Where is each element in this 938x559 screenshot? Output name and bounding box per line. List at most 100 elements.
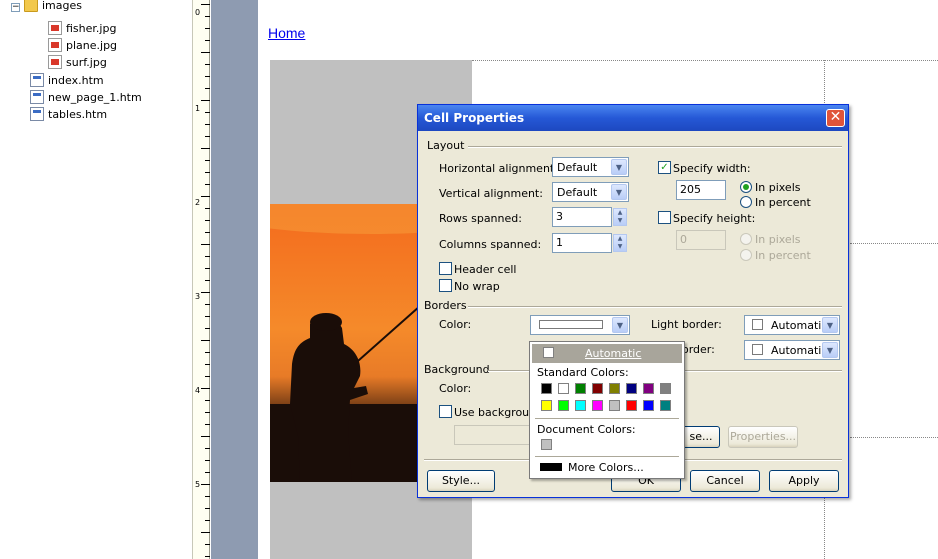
dark-border-select[interactable]: Automatic ▼	[744, 340, 840, 360]
chevron-down-icon[interactable]: ▼	[611, 159, 627, 175]
rows-spanned-label: Rows spanned:	[439, 212, 522, 225]
chevron-down-icon[interactable]: ▼	[822, 317, 838, 333]
use-background-checkbox[interactable]	[439, 405, 452, 418]
height-in-percent-label: In percent	[755, 249, 811, 262]
tree-item-surf[interactable]: surf.jpg	[48, 54, 107, 70]
automatic-label: Automatic	[585, 347, 642, 360]
home-page-icon	[30, 73, 44, 87]
more-colors-option[interactable]: More Colors...	[568, 461, 644, 474]
separator	[468, 306, 842, 308]
tree-item-fisher[interactable]: fisher.jpg	[48, 20, 116, 36]
color-swatch[interactable]	[541, 383, 552, 394]
height-in-percent-radio[interactable]	[740, 249, 752, 261]
color-swatch[interactable]	[541, 439, 552, 450]
specify-width-label: Specify width:	[673, 162, 751, 175]
ruler-tick	[201, 532, 210, 533]
color-swatch[interactable]	[609, 400, 620, 411]
color-swatch[interactable]	[660, 383, 671, 394]
style-button[interactable]: Style...	[427, 470, 495, 492]
cancel-button[interactable]: Cancel	[690, 470, 760, 492]
ruler-tick	[205, 88, 210, 89]
ruler-tick	[205, 460, 210, 461]
dialog-title[interactable]: Cell Properties	[418, 105, 848, 131]
tree-item-images[interactable]: images	[24, 0, 82, 13]
ruler-tick	[205, 112, 210, 113]
color-swatch[interactable]	[541, 400, 552, 411]
folder-list-pane: − images fisher.jpg plane.jpg surf.jpg i…	[0, 0, 190, 559]
ruler-number: 2	[195, 198, 201, 207]
apply-button[interactable]: Apply	[769, 470, 839, 492]
chevron-down-icon[interactable]: ▼	[822, 342, 838, 358]
ruler-tick	[205, 448, 210, 449]
ruler-margin-shade	[211, 0, 258, 559]
specify-height-label: Specify height:	[673, 212, 756, 225]
rows-spanned-input[interactable]: 3	[552, 207, 612, 227]
select-value: Automatic	[771, 319, 828, 332]
ruler-tick	[201, 196, 210, 197]
color-swatch[interactable]	[558, 383, 569, 394]
color-swatch[interactable]	[558, 400, 569, 411]
color-swatch[interactable]	[643, 400, 654, 411]
color-swatch[interactable]	[609, 383, 620, 394]
no-wrap-label: No wrap	[454, 280, 500, 293]
properties-button[interactable]: Properties...	[728, 426, 798, 448]
height-input[interactable]: 0	[676, 230, 726, 250]
vertical-alignment-select[interactable]: Default ▼	[552, 182, 629, 202]
ruler-tick	[205, 16, 210, 17]
collapse-toggle-icon[interactable]: −	[11, 3, 20, 12]
color-swatch[interactable]	[626, 383, 637, 394]
color-swatch[interactable]	[592, 383, 603, 394]
no-wrap-checkbox[interactable]	[439, 279, 452, 292]
borders-heading: Borders	[424, 299, 467, 312]
border-color-select[interactable]: ▼	[530, 315, 630, 335]
tree-item-label: tables.htm	[48, 107, 108, 121]
width-input[interactable]: 205	[676, 180, 726, 200]
width-in-pixels-radio[interactable]	[740, 181, 752, 193]
header-cell-checkbox[interactable]	[439, 262, 452, 275]
tree-item-plane[interactable]: plane.jpg	[48, 37, 117, 53]
columns-spanned-spinner[interactable]: ▲ ▼	[613, 234, 627, 252]
width-in-percent-radio[interactable]	[740, 196, 752, 208]
color-swatch[interactable]	[575, 383, 586, 394]
document-colors-label: Document Colors:	[537, 423, 636, 436]
ruler-tick	[201, 148, 210, 149]
chevron-down-icon[interactable]: ▼	[612, 317, 628, 333]
select-value: Default	[557, 186, 598, 199]
color-swatch[interactable]	[626, 400, 637, 411]
ruler-tick	[205, 64, 210, 65]
ruler-tick	[205, 544, 210, 545]
columns-spanned-label: Columns spanned:	[439, 238, 542, 251]
horizontal-alignment-select[interactable]: Default ▼	[552, 157, 629, 177]
web-page-icon	[30, 90, 44, 104]
rows-spanned-spinner[interactable]: ▲ ▼	[613, 208, 627, 226]
tree-item-label: new_page_1.htm	[48, 90, 142, 104]
ruler-tick	[205, 364, 210, 365]
background-picture-input[interactable]	[454, 425, 534, 445]
browse-button[interactable]: se...	[682, 426, 720, 448]
specify-height-checkbox[interactable]	[658, 211, 671, 224]
dark-border-label: order:	[682, 343, 715, 356]
border-color-label: Color:	[439, 318, 472, 331]
color-swatch[interactable]	[575, 400, 586, 411]
automatic-color-option[interactable]: Automatic	[532, 344, 682, 363]
ruler-tick	[205, 76, 210, 77]
tree-item-index[interactable]: index.htm	[30, 72, 104, 88]
columns-spanned-input[interactable]: 1	[552, 233, 612, 253]
height-in-pixels-radio[interactable]	[740, 233, 752, 245]
home-link[interactable]: Home	[268, 25, 305, 41]
close-button[interactable]: ✕	[826, 109, 845, 127]
color-swatch[interactable]	[643, 383, 654, 394]
light-border-select[interactable]: Automatic ▼	[744, 315, 840, 335]
color-swatch[interactable]	[660, 400, 671, 411]
table-gridline	[850, 243, 938, 244]
color-swatch[interactable]	[592, 400, 603, 411]
ruler-tick	[201, 436, 210, 437]
tree-item-tables[interactable]: tables.htm	[30, 106, 107, 122]
width-in-pixels-label: In pixels	[755, 181, 801, 194]
header-cell-label: Header cell	[454, 263, 517, 276]
ruler-tick	[201, 4, 210, 5]
layout-heading: Layout	[427, 139, 465, 152]
tree-item-new-page[interactable]: new_page_1.htm	[30, 89, 142, 105]
chevron-down-icon[interactable]: ▼	[611, 184, 627, 200]
specify-width-checkbox[interactable]: ✓	[658, 161, 671, 174]
